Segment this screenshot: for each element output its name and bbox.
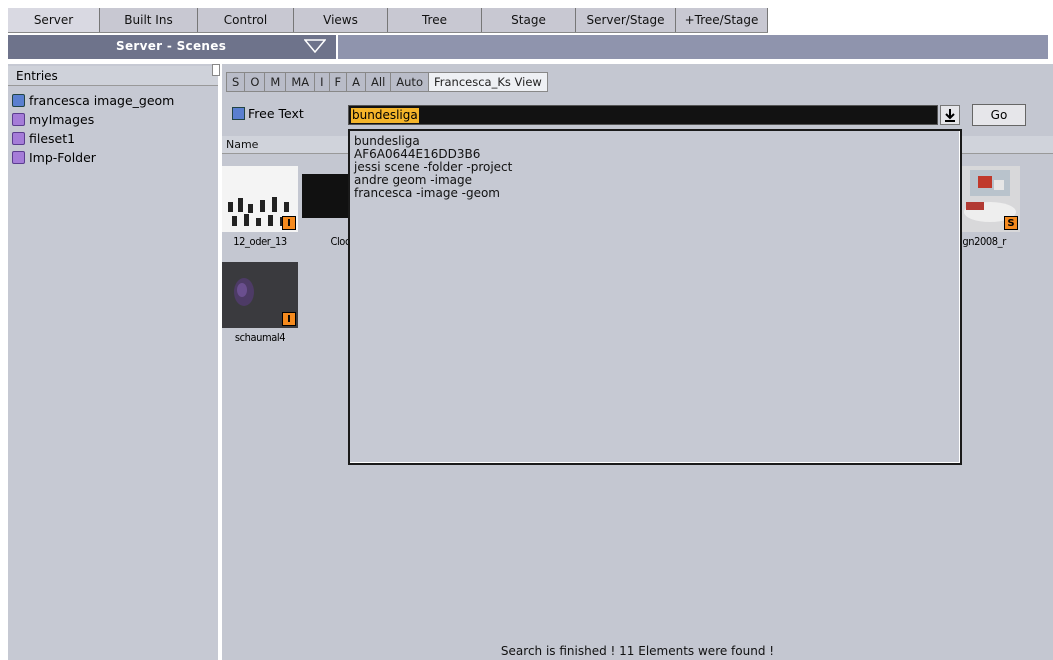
download-arrow-icon: [945, 109, 955, 122]
entry-label: francesca image_geom: [29, 93, 175, 108]
filter-tab-ma[interactable]: MA: [285, 72, 315, 92]
tab-server[interactable]: Server: [8, 8, 100, 32]
filter-tab-view[interactable]: Francesca_Ks View: [427, 72, 548, 92]
top-tab-bar: Server Built Ins Control Views Tree Stag…: [8, 8, 768, 33]
status-message: Search is finished ! 11 Elements were fo…: [500, 644, 775, 658]
entries-heading: Entries: [8, 66, 218, 86]
entries-list: francesca image_geom myImages fileset1 I…: [12, 91, 218, 167]
search-row: Free Text bundesliga Go: [222, 104, 1053, 128]
tab-tree-stage[interactable]: +Tree/Stage: [676, 8, 768, 32]
search-icon: [232, 107, 245, 120]
suggestion-item[interactable]: francesca -image -geom: [350, 187, 512, 200]
filter-tab-a[interactable]: A: [346, 72, 366, 92]
filter-tab-o[interactable]: O: [244, 72, 265, 92]
app-window: Server Built Ins Control Views Tree Stag…: [0, 0, 1053, 660]
history-dropdown-button[interactable]: [940, 105, 960, 125]
tab-control[interactable]: Control: [198, 8, 294, 32]
result-item[interactable]: I 12_oder_13: [222, 164, 298, 248]
chevron-down-icon[interactable]: [304, 39, 326, 53]
filter-tab-m[interactable]: M: [264, 72, 286, 92]
result-caption: schaumal4: [234, 331, 286, 344]
search-history-dropdown: bundesliga AF6A0644E16DD3B6 jessi scene …: [348, 129, 962, 465]
filter-tab-f[interactable]: F: [328, 72, 347, 92]
entry-label: fileset1: [29, 131, 76, 146]
result-item[interactable]: I schaumal4: [222, 260, 298, 344]
tab-stage[interactable]: Stage: [482, 8, 576, 32]
filter-tab-s[interactable]: S: [226, 72, 245, 92]
result-item[interactable]: S ign2008_r: [960, 164, 1020, 248]
panel-title: Server - Scenes: [116, 39, 227, 53]
tab-tree[interactable]: Tree: [388, 8, 482, 32]
thumbnail-image: [302, 174, 350, 218]
search-value: bundesliga: [351, 108, 419, 123]
result-caption: ign2008_r: [960, 235, 1006, 248]
search-icon: [12, 94, 25, 107]
folder-icon: [12, 113, 25, 126]
type-badge: S: [1004, 216, 1018, 230]
free-text-button[interactable]: Free Text: [232, 106, 304, 121]
filter-tab-auto[interactable]: Auto: [390, 72, 428, 92]
free-text-label: Free Text: [248, 106, 304, 121]
folder-icon: [12, 132, 25, 145]
filter-tab-all[interactable]: All: [365, 72, 391, 92]
entries-panel: Entries francesca image_geom myImages fi…: [8, 64, 220, 660]
column-name-label: Name: [226, 138, 259, 151]
go-button[interactable]: Go: [972, 104, 1026, 126]
result-caption: 12_oder_13: [233, 235, 287, 248]
filter-tab-i[interactable]: I: [314, 72, 329, 92]
filter-tab-bar: S O M MA I F A All Auto Francesca_Ks Vie…: [226, 72, 548, 92]
type-badge: I: [282, 312, 296, 326]
search-input[interactable]: bundesliga: [348, 105, 938, 125]
main-panel: S O M MA I F A All Auto Francesca_Ks Vie…: [222, 64, 1053, 660]
result-item[interactable]: Cloc: [302, 164, 350, 248]
tab-built-ins[interactable]: Built Ins: [100, 8, 198, 32]
tab-views[interactable]: Views: [294, 8, 388, 32]
header-title-area: Server - Scenes: [8, 35, 338, 59]
entry-myimages[interactable]: myImages: [12, 110, 218, 129]
entry-francesca-image-geom[interactable]: francesca image_geom: [12, 91, 218, 110]
tab-server-stage[interactable]: Server/Stage: [576, 8, 676, 32]
entry-imp-folder[interactable]: Imp-Folder: [12, 148, 218, 167]
entry-label: myImages: [29, 112, 95, 127]
entry-fileset1[interactable]: fileset1: [12, 129, 218, 148]
type-badge: I: [282, 216, 296, 230]
header-bar: Server - Scenes: [8, 35, 1048, 59]
entry-label: Imp-Folder: [29, 150, 96, 165]
result-caption: Cloc: [330, 235, 350, 248]
panel-resize-handle[interactable]: [212, 64, 220, 76]
folder-icon: [12, 151, 25, 164]
